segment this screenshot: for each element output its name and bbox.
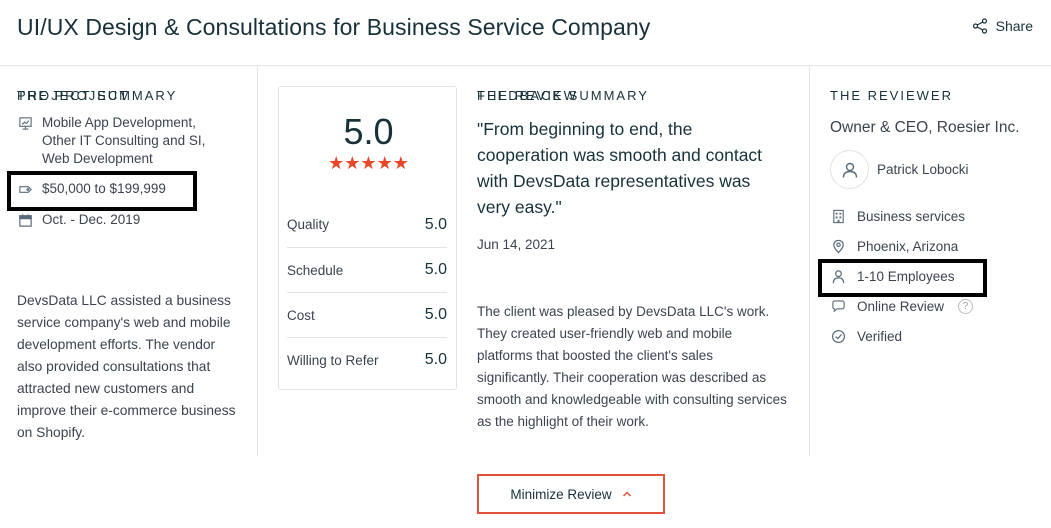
rating-row-quality: Quality 5.0 xyxy=(287,202,447,247)
rating-row-willing-to-refer: Willing to Refer 5.0 xyxy=(287,337,447,382)
feedback-summary-heading: FEEDBACK SUMMARY xyxy=(477,88,649,103)
company-size-highlight-box xyxy=(818,259,987,297)
user-icon xyxy=(842,162,857,178)
minimize-review-button[interactable]: Minimize Review xyxy=(477,474,665,514)
project-services: Mobile App Development, Other IT Consult… xyxy=(17,114,227,168)
rating-label: Quality xyxy=(287,217,330,232)
review-type-text: Online Review xyxy=(857,299,945,314)
share-label: Share xyxy=(995,18,1033,34)
minimize-review-label: Minimize Review xyxy=(510,486,612,502)
rating-card: 5.0 ★★★★★ Quality 5.0 Schedule 5.0 Cost … xyxy=(278,86,457,390)
rating-value: 5.0 xyxy=(424,215,447,233)
overall-rating: 5.0 xyxy=(343,111,394,152)
reviewer-industry: Business services xyxy=(830,208,965,225)
project-summary-heading: PROJECT SUMMARY xyxy=(17,88,178,103)
avatar xyxy=(830,150,869,189)
chat-bubble-icon xyxy=(830,298,847,315)
dates-text: Oct. - Dec. 2019 xyxy=(42,212,141,227)
column-divider xyxy=(257,66,258,456)
reviewer-heading: THE REVIEWER xyxy=(830,88,953,103)
reviewer-title: Owner & CEO, Roesier Inc. xyxy=(830,119,1020,136)
rating-label: Schedule xyxy=(287,262,344,278)
rating-row-cost: Cost 5.0 xyxy=(287,292,447,337)
calendar-icon xyxy=(17,211,34,229)
rating-label: Willing to Refer xyxy=(287,352,379,368)
services-text: Mobile App Development, Other IT Consult… xyxy=(42,115,206,166)
review-date: Jun 14, 2021 xyxy=(477,237,556,252)
rating-value: 5.0 xyxy=(424,261,447,278)
reviewer-location: Phoenix, Arizona xyxy=(830,238,958,255)
reviewer-verified: Verified xyxy=(830,328,902,345)
review-header: UI/UX Design & Consultations for Busines… xyxy=(0,0,1051,66)
location-pin-icon xyxy=(830,238,847,255)
industry-text: Business services xyxy=(857,209,966,224)
help-icon[interactable]: ? xyxy=(958,299,974,314)
feedback-summary-text: The client was pleased by DevsData LLC's… xyxy=(477,304,787,429)
reviewer-name: Patrick Lobocki xyxy=(877,162,969,177)
building-icon xyxy=(830,208,847,225)
rating-value: 5.0 xyxy=(424,351,447,368)
share-icon xyxy=(972,18,987,34)
column-divider xyxy=(809,66,810,456)
review-title: UI/UX Design & Consultations for Busines… xyxy=(17,14,651,40)
rating-value: 5.0 xyxy=(424,306,447,323)
location-text: Phoenix, Arizona xyxy=(857,239,959,254)
budget-highlight-box xyxy=(7,171,197,211)
review-quote: "From beginning to end, the cooperation … xyxy=(477,119,763,217)
share-button[interactable]: Share xyxy=(972,18,1033,34)
rating-row-schedule: Schedule 5.0 xyxy=(287,247,447,292)
chevron-up-icon xyxy=(622,491,631,497)
presentation-icon xyxy=(17,114,34,132)
rating-label: Cost xyxy=(287,307,315,323)
verified-text: Verified xyxy=(857,329,903,344)
project-summary-text: DevsData LLC assisted a business service… xyxy=(17,293,236,440)
reviewer-person: Patrick Lobocki xyxy=(830,150,969,189)
check-circle-icon xyxy=(830,328,847,345)
project-dates: Oct. - Dec. 2019 xyxy=(17,211,140,229)
reviewer-review-type: Online Review ? xyxy=(830,298,974,315)
star-rating-icon: ★★★★★ xyxy=(328,153,409,173)
